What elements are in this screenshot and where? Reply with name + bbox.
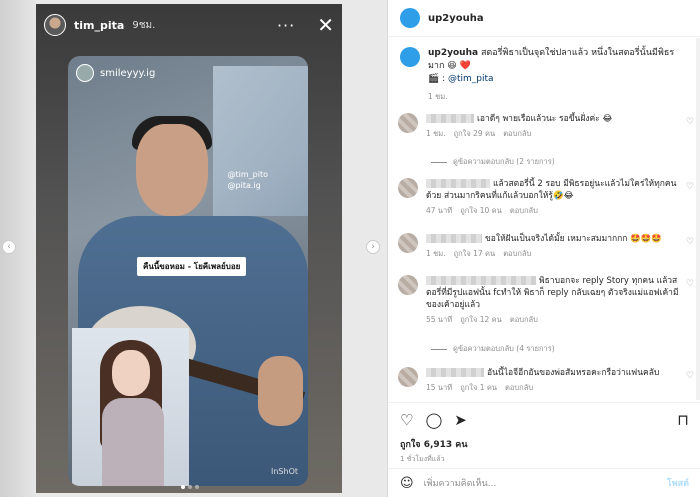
post-button[interactable]: โพสต์ [667, 476, 689, 490]
comment-likes[interactable]: ถูกใจ 1 คน [460, 383, 497, 392]
story-card-image: smileyyy.ig @tim_pito @pita.ig คืนนี้ขอห… [68, 56, 308, 486]
more-dots-icon[interactable]: ··· [277, 16, 295, 35]
view-replies-label[interactable]: ดูข้อความตอบกลับ (2 รายการ) [453, 156, 555, 168]
mention-tag: @pita.ig [227, 181, 261, 190]
comment-likes[interactable]: ถูกใจ 12 คน [460, 315, 502, 324]
window-background [213, 66, 308, 216]
post-caption: up2youha สตอรี่พิธาเป็นจุดใช่ปลาแล้ว หนึ… [388, 37, 700, 103]
story-header: tim_pita 9ชม. ··· ✕ [44, 10, 334, 40]
comment-likes[interactable]: ถูกใจ 29 คน [454, 129, 496, 138]
reply-button[interactable]: ตอบกลับ [510, 206, 538, 215]
hands [258, 356, 303, 426]
posted-time: 1 ชั่วโมงที่แล้ว [400, 455, 445, 463]
story-progress-dots [181, 485, 199, 489]
commenter-avatar[interactable] [398, 275, 418, 295]
comment-item: ขอให้ฝันเป็นจริงได้มั้ย เหมาะสมมากกก 🤩🤩🤩… [398, 233, 698, 260]
man-face [136, 124, 208, 216]
commenter-avatar[interactable] [398, 233, 418, 253]
mention-tags: @tim_pito @pita.ig [228, 169, 268, 191]
comment-likes[interactable]: ถูกใจ 10 คน [460, 206, 502, 215]
replies-line [431, 348, 447, 350]
like-comment-heart-icon[interactable]: ♡ [686, 117, 694, 127]
progress-dot [181, 485, 185, 489]
blurred-username [426, 276, 536, 285]
mention-tag: @tim_pito [227, 170, 268, 179]
story-viewer[interactable]: tim_pita 9ชม. ··· ✕ smileyyy.ig @tim_pit… [36, 4, 342, 493]
author-avatar[interactable] [400, 8, 420, 28]
caption-time: 1 ชม. [428, 92, 448, 101]
blurred-username [426, 234, 482, 243]
share-icon[interactable]: ➤ [454, 411, 467, 429]
story-time: 9ชม. [132, 19, 156, 31]
replies-line [431, 161, 447, 163]
story-backdrop: ‹ › tim_pita 9ชม. ··· ✕ smileyyy.ig @tim… [0, 0, 387, 497]
comment-item: แล้วสตอรี่นี้ 2 รอบ มีพิธรอยู่นะแล้วไม่ใ… [398, 178, 698, 217]
woman-figure [102, 398, 164, 486]
progress-dot [195, 485, 199, 489]
comment-text: อันนี้ไอจีอีกอันของพ่อสัมหรอคะกรือว่าแฟน… [487, 368, 660, 378]
heart-icon[interactable]: ♡ [400, 411, 413, 429]
commenter-avatar[interactable] [398, 367, 418, 387]
scrollbar[interactable] [696, 38, 700, 400]
like-comment-heart-icon[interactable]: ♡ [686, 237, 694, 247]
reply-button[interactable]: ตอบกลับ [505, 383, 533, 392]
bookmark-icon[interactable]: ⊓ [677, 411, 689, 429]
caption-username[interactable]: up2youha [428, 48, 478, 58]
caption-mention-prefix: 🎬 : [428, 74, 446, 84]
previous-arrow-icon[interactable]: ‹ [2, 240, 16, 254]
comment-text: ขอให้ฝันเป็นจริงได้มั้ย เหมาะสมมากกก 🤩🤩🤩 [485, 234, 662, 244]
like-comment-heart-icon[interactable]: ♡ [686, 371, 694, 381]
reply-button[interactable]: ตอบกลับ [510, 315, 538, 324]
blurred-username [426, 114, 474, 123]
song-sticker: คืนนี้ขอหอม - โยคีเพลย์บอย [137, 257, 247, 276]
card-avatar [76, 64, 94, 82]
comment-time: 15 นาที [426, 383, 453, 392]
view-replies-label[interactable]: ดูข้อความตอบกลับ (4 รายการ) [453, 343, 555, 355]
card-username: smileyyy.ig [100, 67, 156, 79]
post-panel: up2youha up2youha สตอรี่พิธาเป็นจุดใช่ปล… [387, 0, 700, 497]
comment-icon[interactable]: ◯ [425, 411, 442, 429]
comment-text: เอาดีๆ พายเรือแล้วนะ รอขึ้นฝั่งค่ะ 😂 [477, 114, 613, 124]
reply-button[interactable]: ตอบกลับ [503, 129, 531, 138]
likes-count[interactable]: ถูกใจ 6,913 คน [400, 437, 689, 451]
like-comment-heart-icon[interactable]: ♡ [686, 279, 694, 289]
view-replies[interactable]: ดูข้อความตอบกลับ (2 รายการ) [431, 156, 555, 168]
emoji-icon[interactable]: ☺ [400, 476, 414, 491]
commenter-avatar[interactable] [398, 113, 418, 133]
reply-button[interactable]: ตอบกลับ [503, 249, 531, 258]
comment-item: พิธาบอกจะ reply Story ทุกคน แล้วสตอรี่ที… [398, 275, 698, 326]
woman-face [112, 350, 150, 396]
card-user: smileyyy.ig [76, 64, 155, 82]
caption-avatar[interactable] [400, 47, 420, 67]
view-replies[interactable]: ดูข้อความตอบกลับ (4 รายการ) [431, 343, 555, 355]
post-header: up2youha [388, 0, 700, 37]
watermark: InShOt [270, 467, 298, 476]
story-username[interactable]: tim_pita [74, 19, 124, 32]
story-avatar[interactable] [44, 14, 66, 36]
comment-time: 47 นาที [426, 206, 453, 215]
progress-dot [188, 485, 192, 489]
comment-time: 1 ชม. [426, 129, 446, 138]
comment-likes[interactable]: ถูกใจ 17 คน [454, 249, 496, 258]
comment-item: อันนี้ไอจีอีกอันของพ่อสัมหรอคะกรือว่าแฟน… [398, 367, 698, 394]
comment-time: 1 ชม. [426, 249, 446, 258]
blurred-username [426, 368, 484, 377]
blurred-username [426, 179, 490, 188]
close-icon[interactable]: ✕ [317, 13, 334, 37]
next-arrow-icon[interactable]: › [366, 240, 380, 254]
post-actions: ♡ ◯ ➤ ⊓ ถูกใจ 6,913 คน 1 ชั่วโมงที่แล้ว [388, 402, 700, 465]
caption-mention-link[interactable]: @tim_pita [448, 74, 494, 84]
comment-time: 55 นาที [426, 315, 453, 324]
like-comment-heart-icon[interactable]: ♡ [686, 182, 694, 192]
inset-photo [72, 328, 189, 486]
author-username[interactable]: up2youha [428, 13, 484, 24]
commenter-avatar[interactable] [398, 178, 418, 198]
add-comment-bar: ☺ เพิ่มความคิดเห็น... โพสต์ [388, 468, 700, 497]
comment-input[interactable]: เพิ่มความคิดเห็น... [424, 476, 497, 490]
comment-item: เอาดีๆ พายเรือแล้วนะ รอขึ้นฝั่งค่ะ 😂 1 ช… [398, 113, 698, 140]
